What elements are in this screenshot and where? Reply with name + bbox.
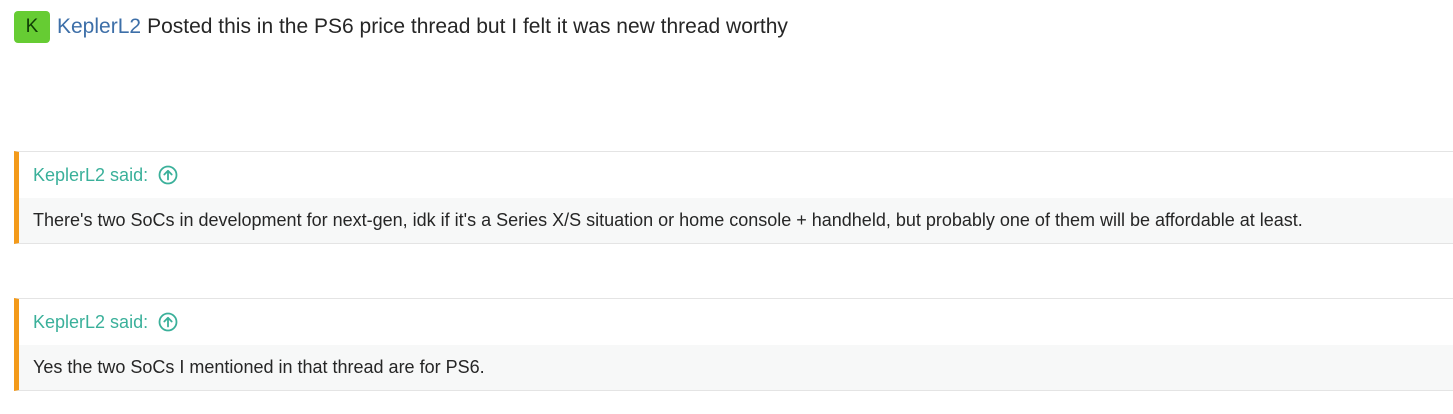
username-link[interactable]: KeplerL2 bbox=[57, 15, 141, 39]
quote-body: There's two SoCs in development for next… bbox=[19, 198, 1453, 243]
quote-title: KeplerL2 said: bbox=[19, 299, 1453, 345]
arrow-up-circle-icon[interactable] bbox=[158, 312, 178, 332]
avatar[interactable]: K bbox=[14, 11, 50, 43]
arrow-up-circle-icon[interactable] bbox=[158, 165, 178, 185]
post-header: K KeplerL2 Posted this in the PS6 price … bbox=[14, 11, 788, 43]
quote-block: KeplerL2 said: There's two SoCs in devel… bbox=[14, 151, 1453, 244]
post-text: Posted this in the PS6 price thread but … bbox=[147, 15, 788, 38]
quote-author-link[interactable]: KeplerL2 said: bbox=[33, 312, 148, 333]
quote-title: KeplerL2 said: bbox=[19, 152, 1453, 198]
quote-author-link[interactable]: KeplerL2 said: bbox=[33, 165, 148, 186]
forum-post: K KeplerL2 Posted this in the PS6 price … bbox=[0, 0, 1453, 414]
quote-block: KeplerL2 said: Yes the two SoCs I mentio… bbox=[14, 298, 1453, 391]
quote-body: Yes the two SoCs I mentioned in that thr… bbox=[19, 345, 1453, 390]
